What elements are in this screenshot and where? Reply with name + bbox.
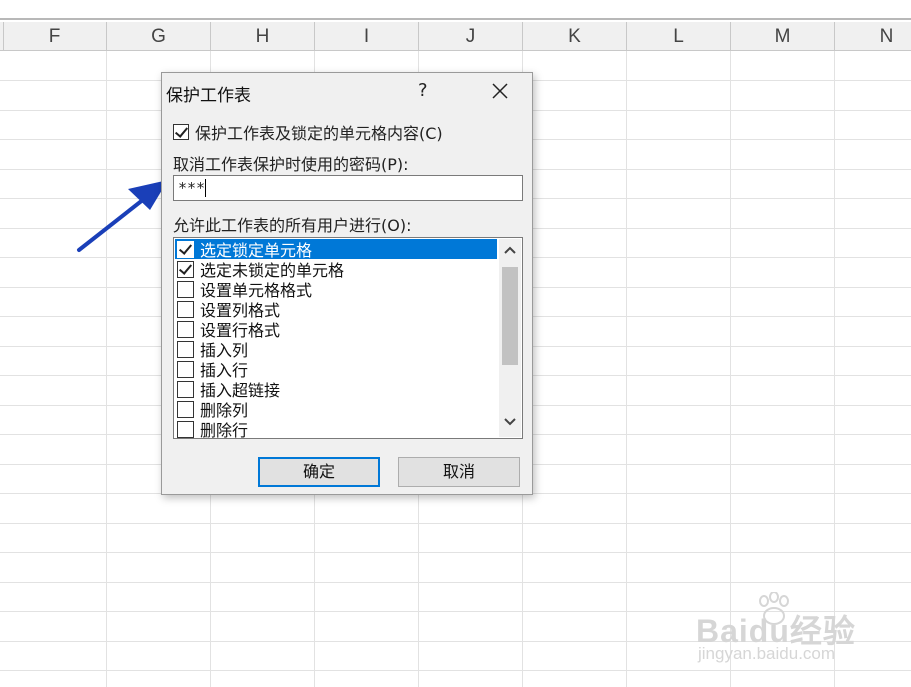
password-input[interactable] [173, 175, 523, 201]
grid-row-line [0, 670, 911, 671]
column-header-edge [0, 22, 4, 50]
password-label: 取消工作表保护时使用的密码(P): [173, 155, 409, 174]
text-caret [205, 179, 206, 197]
permission-checkbox[interactable] [177, 420, 194, 438]
protect-sheet-dialog: 保护工作表 ? 保护工作表及锁定的单元格内容(C) 取消工作表保护时使用的密码(… [161, 72, 533, 495]
grid-row-line [0, 552, 911, 553]
permission-item[interactable]: 设置单元格格式 [175, 279, 497, 300]
dialog-title: 保护工作表 [166, 86, 251, 106]
permission-checkbox[interactable] [177, 400, 194, 418]
grid-column-line [106, 51, 107, 687]
close-icon [492, 83, 508, 99]
column-header-l[interactable]: L [627, 22, 731, 50]
column-header-i[interactable]: I [315, 22, 419, 50]
list-scrollbar[interactable] [499, 239, 521, 437]
permission-checkbox[interactable] [177, 300, 194, 318]
grid-column-line [730, 51, 731, 687]
permission-item[interactable]: 插入行 [175, 359, 497, 380]
column-header-g[interactable]: G [107, 22, 211, 50]
permission-checkbox[interactable] [177, 280, 194, 298]
grid-column-line [626, 51, 627, 687]
column-header-j[interactable]: J [419, 22, 523, 50]
permissions-label: 允许此工作表的所有用户进行(O): [173, 216, 412, 235]
permission-item[interactable]: 插入超链接 [175, 379, 497, 400]
permission-checkbox[interactable] [177, 380, 194, 398]
cancel-button[interactable]: 取消 [398, 457, 520, 487]
column-header-m[interactable]: M [731, 22, 835, 50]
protect-contents-checkbox[interactable] [173, 124, 189, 140]
permission-item[interactable]: 选定未锁定的单元格 [175, 259, 497, 280]
protect-contents-option[interactable]: 保护工作表及锁定的单元格内容(C) [173, 120, 443, 144]
column-header-k[interactable]: K [523, 22, 627, 50]
permission-item[interactable]: 设置列格式 [175, 299, 497, 320]
permission-item[interactable]: 删除列 [175, 399, 497, 420]
permission-checkbox[interactable] [177, 340, 194, 358]
watermark-url: jingyan.baidu.com [698, 644, 836, 663]
help-button[interactable]: ? [418, 80, 428, 101]
permission-item[interactable]: 选定锁定单元格 [175, 239, 497, 260]
permission-checkbox[interactable] [177, 260, 194, 278]
ribbon-divider [0, 18, 911, 20]
grid-row-line [0, 582, 911, 583]
close-button[interactable] [488, 79, 512, 103]
scroll-down-button[interactable] [499, 413, 521, 435]
column-header-f[interactable]: F [3, 22, 107, 50]
scroll-up-button[interactable] [499, 241, 521, 263]
permission-item[interactable]: 插入列 [175, 339, 497, 360]
permission-checkbox[interactable] [177, 320, 194, 338]
column-header-row: FGHIJKLMN [0, 22, 911, 51]
protect-contents-label: 保护工作表及锁定的单元格内容(C) [195, 124, 443, 143]
column-header-n[interactable]: N [835, 22, 911, 50]
ok-button[interactable]: 确定 [258, 457, 380, 487]
chevron-up-icon [504, 246, 516, 254]
permissions-list[interactable]: 选定锁定单元格 选定未锁定的单元格 设置单元格格式 设置列格式 设置行格式 插入列 插入行插… [173, 237, 523, 439]
chevron-down-icon [504, 418, 516, 426]
column-header-h[interactable]: H [211, 22, 315, 50]
permission-checkbox[interactable] [177, 360, 194, 378]
permission-item[interactable]: 设置行格式 [175, 319, 497, 340]
permission-item[interactable]: 删除行 [175, 419, 497, 439]
permission-label: 删除行 [200, 421, 249, 439]
grid-row-line [0, 523, 911, 524]
grid-column-line [834, 51, 835, 687]
scroll-thumb[interactable] [502, 267, 518, 365]
permission-checkbox[interactable] [177, 240, 194, 258]
